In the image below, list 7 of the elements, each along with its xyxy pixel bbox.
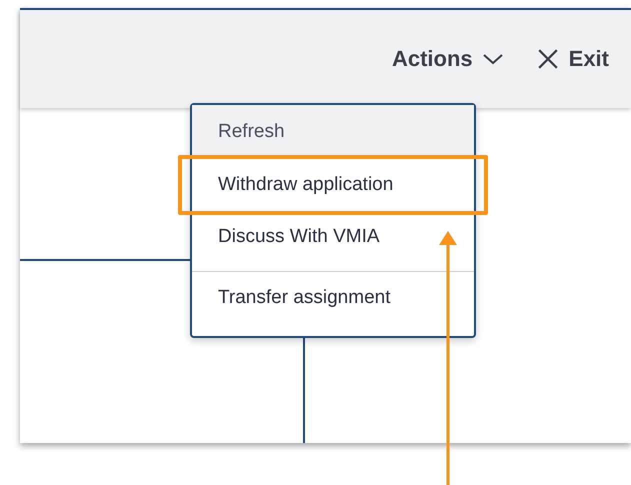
- menu-item[interactable]: Discuss With VMIA: [192, 211, 474, 263]
- exit-button[interactable]: Exit: [536, 46, 609, 72]
- menu-item[interactable]: Transfer assignment: [192, 271, 474, 324]
- menu-item[interactable]: Withdraw application: [192, 159, 474, 211]
- close-icon: [536, 48, 559, 70]
- chevron-down-icon: [482, 53, 503, 65]
- actions-button[interactable]: Actions: [392, 46, 503, 72]
